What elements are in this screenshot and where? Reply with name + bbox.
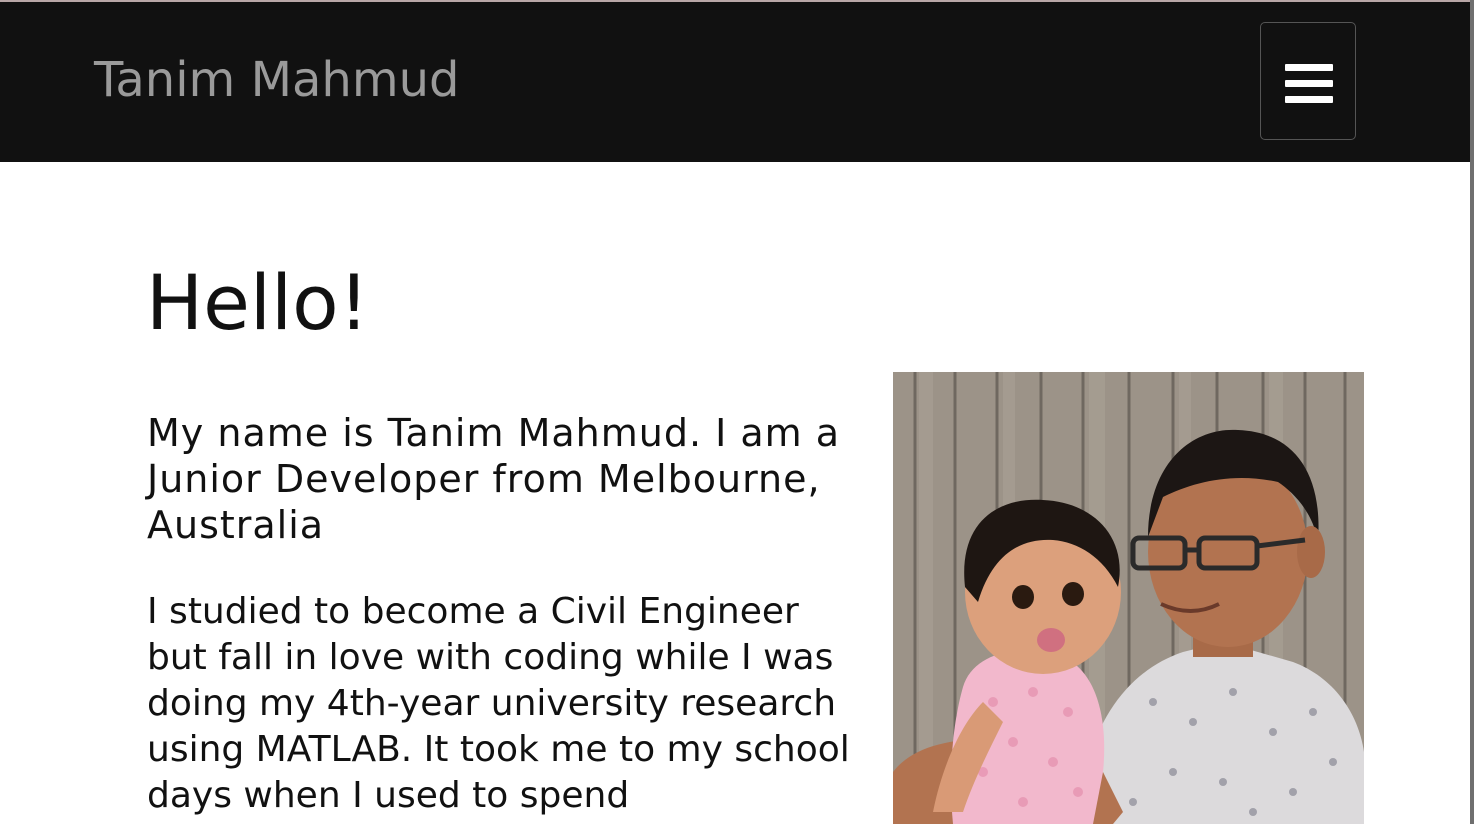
intro-text: My name is Tanim Mahmud. I am a Junior D… [147,411,841,547]
window-edge [1470,0,1474,824]
bio-text: I studied to become a Civil Engineer but… [147,591,850,816]
page-heading: Hello! [146,258,370,347]
menu-toggle-button[interactable] [1260,22,1356,140]
brand-link[interactable]: Tanim Mahmud [94,52,459,108]
navbar: Tanim Mahmud [0,2,1470,162]
profile-photo [893,372,1364,824]
